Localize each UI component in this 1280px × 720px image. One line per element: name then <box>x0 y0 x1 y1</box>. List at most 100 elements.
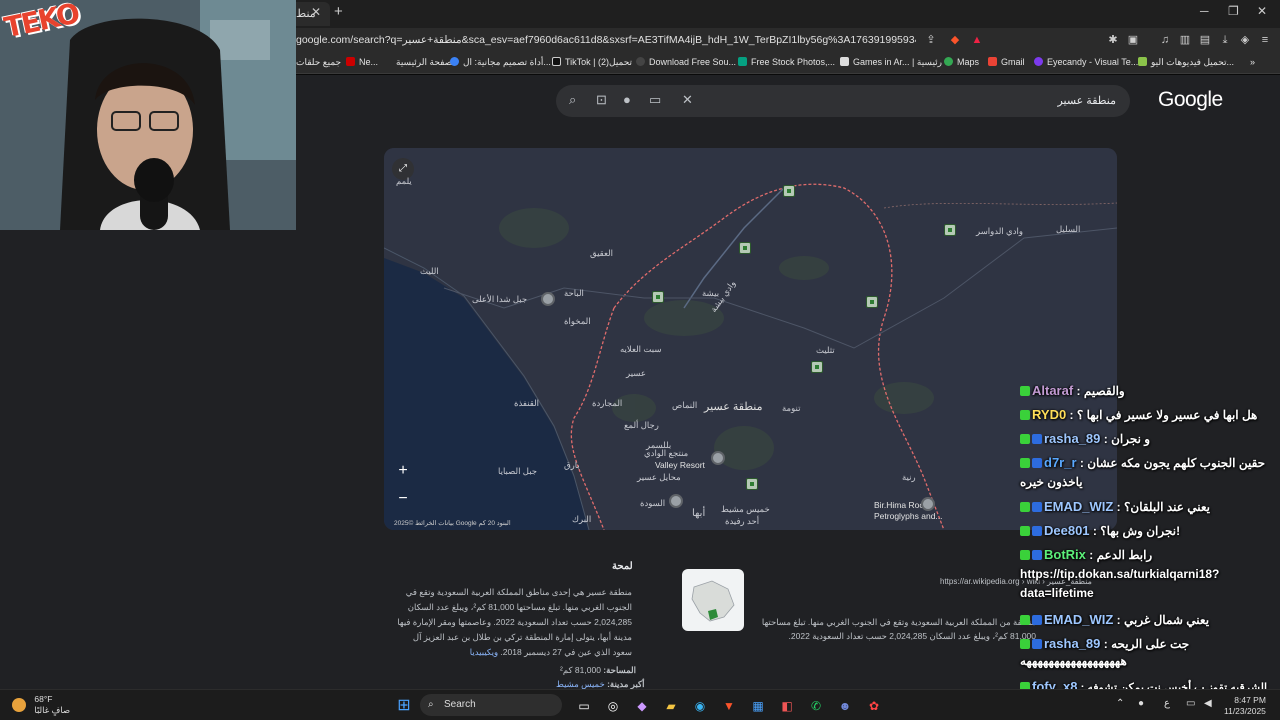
clear-icon[interactable]: ✕ <box>682 92 693 108</box>
bookmarks-overflow-icon[interactable]: » <box>1250 57 1255 67</box>
map-pin-icon[interactable] <box>866 296 878 308</box>
map-label: بارق <box>564 460 580 470</box>
weather-icon <box>12 698 26 712</box>
chat-message: rasha_89 : و نجران <box>1020 431 1150 446</box>
zoom-in-button[interactable]: + <box>392 460 414 482</box>
search-input[interactable]: منطقة عسير <box>1057 94 1116 107</box>
chat-message: RYD0 : هل ابها في عسير ولا عسير في ابها … <box>1020 407 1257 422</box>
map-label: الباحة <box>564 288 584 298</box>
wikipedia-link[interactable]: ويكيبيديا <box>470 647 498 657</box>
keyboard-icon[interactable]: ▭ <box>649 92 661 108</box>
petroglyphs-icon[interactable] <box>921 497 935 511</box>
map-label: أحد رفيدة <box>725 516 760 526</box>
bookmark-item[interactable]: Maps <box>944 57 979 67</box>
clock[interactable]: 8:47 PM 11/23/2025 <box>1224 695 1266 717</box>
extensions-icon[interactable]: ✱ <box>1106 33 1120 47</box>
bookmark-item[interactable]: Eyecandy - Visual Te... <box>1034 57 1138 67</box>
brave-rewards-icon[interactable]: ▲ <box>970 33 984 47</box>
map-label: البرك <box>572 514 592 524</box>
download-icon[interactable]: ⤓ <box>1218 33 1232 47</box>
menu-icon[interactable]: ≡ <box>1258 33 1272 47</box>
mountain-icon[interactable] <box>541 292 555 306</box>
map-label: تثليث <box>816 345 835 355</box>
bookmark-item[interactable]: تحميل فيديوهات اليو... <box>1138 57 1234 68</box>
volume-icon[interactable]: ◀ <box>1204 698 1212 709</box>
map-label-region: منطقة عسير <box>704 401 763 413</box>
bookmark-item[interactable]: Free Stock Photos,... <box>738 57 835 67</box>
weather-widget[interactable]: 68°F صافٍ غالبًا <box>12 694 70 716</box>
map-panel[interactable]: ⤢ يلمم منطقة عسير وادي بيشة بيشة تثليث ا… <box>384 148 1117 530</box>
bookmark-item[interactable]: Ne... <box>346 57 378 67</box>
map-attribution: بيانات الخرائط ©2025 Google البنود 20 كم <box>394 520 511 527</box>
start-icon[interactable]: ⊞ <box>394 696 414 716</box>
google-logo[interactable]: Google <box>1158 88 1223 112</box>
chat-overlay: Altaraf : والقصيم RYD0 : هل ابها في عسير… <box>1018 380 1280 694</box>
chat-message: ياخذون خيره <box>1020 475 1083 489</box>
map-pin-icon[interactable] <box>746 478 758 490</box>
close-window-icon[interactable]: ✕ <box>1257 4 1267 18</box>
chat-message: EMAD_WIZ : يعني شمال غربي <box>1020 612 1209 627</box>
map-label: يلمم <box>396 176 412 186</box>
map-label: سبت العلايه <box>620 344 662 354</box>
map-pin-icon[interactable] <box>739 242 751 254</box>
map-label: رجال ألمع <box>624 420 659 430</box>
mountain-icon[interactable] <box>669 494 683 508</box>
app-icon[interactable]: ✿ <box>864 696 884 716</box>
map-label: خميس مشيط <box>721 504 770 514</box>
bookmark-item[interactable]: TikTok | (2)تحميل <box>552 57 632 68</box>
lens-icon[interactable]: ⊡ <box>596 92 607 108</box>
map-pin-icon[interactable] <box>652 291 664 303</box>
language-icon[interactable]: ع <box>1164 698 1170 709</box>
url-field[interactable]: google.com/search?q=منطقة+عسير&sca_esv=a… <box>296 34 916 46</box>
map-pin-icon[interactable] <box>783 185 795 197</box>
media-icon[interactable]: ♫ <box>1158 33 1172 47</box>
bookmark-item[interactable]: الصفحة الرئيسية <box>396 57 458 68</box>
chat-link[interactable]: https://tip.dokan.sa/turkialqarni18? <box>1020 567 1219 581</box>
share-icon[interactable]: ⇪ <box>924 33 938 47</box>
brave-icon[interactable]: ▼ <box>719 696 739 716</box>
bookmark-item[interactable]: Download Free Sou... <box>636 57 736 67</box>
region-thumbnail[interactable] <box>682 569 744 631</box>
map-label: منتجع الوادي <box>644 448 689 458</box>
restore-icon[interactable]: ❐ <box>1228 4 1239 18</box>
store-icon[interactable]: ▦ <box>748 696 768 716</box>
bookmark-item[interactable]: جميع حلقات <box>296 57 341 68</box>
mic-icon[interactable]: ● <box>623 92 631 107</box>
overview-description: منطقة عسير هي إحدى مناطق المملكة العربية… <box>397 587 632 657</box>
vpn-icon[interactable]: ◈ <box>1238 33 1252 47</box>
network-icon[interactable]: ▭ <box>1186 698 1195 709</box>
new-tab-button[interactable]: + <box>334 3 343 20</box>
sidebar-icon[interactable]: ▣ <box>1126 33 1140 47</box>
map-pin-icon[interactable] <box>811 361 823 373</box>
map-label: Bir.Hima Rock <box>874 500 928 510</box>
whatsapp-icon[interactable]: ✆ <box>806 696 826 716</box>
map-pin-icon[interactable] <box>944 224 956 236</box>
edge-icon[interactable]: ◉ <box>690 696 710 716</box>
copilot-icon[interactable]: ◆ <box>632 696 652 716</box>
task-view-icon[interactable]: ▭ <box>574 696 594 716</box>
file-explorer-icon[interactable]: ▰ <box>661 696 681 716</box>
wallet-icon[interactable]: ▤ <box>1198 33 1212 47</box>
bookmark-item[interactable]: أداة تصميم مجانية: ال... <box>450 57 551 68</box>
bookmark-item[interactable]: Gmail <box>988 57 1025 67</box>
brave-shield-icon[interactable]: ◆ <box>948 33 962 47</box>
discord-icon[interactable]: ☻ <box>835 696 855 716</box>
app-icon[interactable]: ◧ <box>777 696 797 716</box>
close-tab-icon[interactable]: ✕ <box>311 5 325 21</box>
chat-link[interactable]: data=lifetime <box>1020 586 1094 600</box>
city-link[interactable]: خميس مشيط <box>556 679 605 689</box>
search-icon[interactable]: ⌕ <box>569 92 576 108</box>
search-box[interactable]: ⌕ ⊡ ● ▭ ✕ منطقة عسير <box>556 85 1130 117</box>
reader-icon[interactable]: ▥ <box>1178 33 1192 47</box>
map-label: النماص <box>672 400 698 410</box>
zoom-out-button[interactable]: − <box>392 488 414 510</box>
resort-icon[interactable] <box>711 451 725 465</box>
bookmark-item[interactable]: Games in Ar... | رئيسية <box>840 57 942 68</box>
mic-icon[interactable]: ● <box>1138 698 1144 709</box>
taskbar-search[interactable]: ⌕ Search <box>420 694 562 716</box>
chat-message: d7r_r : حقين الجنوب كلهم يجون مكه عشان <box>1020 455 1265 470</box>
map-label: السليل <box>1056 224 1081 234</box>
app-icon[interactable]: ◎ <box>603 696 623 716</box>
tray-overflow-icon[interactable]: ⌃ <box>1116 698 1124 709</box>
minimize-icon[interactable]: ─ <box>1200 4 1209 18</box>
